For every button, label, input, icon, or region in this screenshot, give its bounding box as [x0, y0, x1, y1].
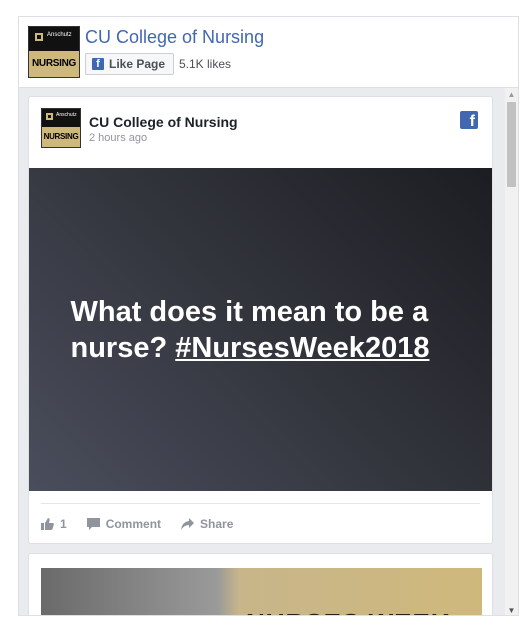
share-arrow-icon	[181, 518, 195, 530]
page-name-link[interactable]: CU College of Nursing	[85, 27, 264, 48]
second-post-card: NURSES WEEK	[28, 553, 493, 615]
like-count: 1	[60, 517, 67, 531]
avatar-top: Anschutz	[42, 109, 80, 129]
post-text-image[interactable]: What does it mean to be a nurse? #Nurses…	[29, 168, 492, 491]
logo-word: NURSING	[29, 51, 79, 77]
thumbs-up-icon	[41, 518, 54, 530]
second-post-image[interactable]: NURSES WEEK	[41, 568, 482, 615]
share-action[interactable]: Share	[181, 517, 233, 531]
comment-label: Comment	[105, 517, 162, 531]
facebook-f-icon: f	[92, 58, 104, 70]
comment-icon	[86, 518, 100, 530]
logo-top: Anschutz	[29, 27, 79, 51]
logo-small-text: Anschutz	[47, 32, 72, 38]
feed-scrollbar[interactable]: ▲ ▼	[505, 88, 518, 615]
like-action[interactable]: 1	[41, 517, 67, 531]
scroll-thumb[interactable]	[507, 102, 516, 187]
post-timestamp[interactable]: 2 hours ago	[89, 132, 147, 144]
facebook-page-widget: Anschutz NURSING CU College of Nursing f…	[18, 16, 519, 616]
page-header: Anschutz NURSING CU College of Nursing f…	[19, 17, 518, 88]
page-logo[interactable]: Anschutz NURSING	[28, 26, 80, 78]
post-author-avatar[interactable]: Anschutz NURSING	[41, 108, 81, 148]
timeline-feed[interactable]: Anschutz NURSING CU College of Nursing 2…	[19, 88, 505, 615]
facebook-logo-icon[interactable]: f	[460, 111, 478, 130]
post-card: Anschutz NURSING CU College of Nursing 2…	[28, 96, 493, 544]
scroll-down-arrow-icon[interactable]: ▼	[505, 604, 518, 615]
like-page-label: Like Page	[109, 57, 166, 71]
like-page-button[interactable]: f Like Page	[85, 53, 175, 75]
share-label: Share	[200, 517, 234, 531]
avatar-word: NURSING	[42, 127, 80, 147]
post-author-name[interactable]: CU College of Nursing	[89, 114, 238, 130]
scroll-up-arrow-icon[interactable]: ▲	[505, 88, 518, 101]
cu-mark-icon	[35, 33, 43, 41]
avatar-small-text: Anschutz	[56, 112, 77, 118]
post-text: What does it mean to be a nurse? #Nurses…	[71, 294, 451, 366]
cu-mark-icon	[46, 113, 53, 120]
comment-action[interactable]: Comment	[86, 517, 162, 531]
likes-count: 5.1K likes	[179, 57, 232, 71]
second-post-image-text: NURSES WEEK	[246, 608, 451, 615]
hashtag-link[interactable]: #NursesWeek2018	[175, 332, 429, 364]
post-actions-bar: 1 Comment Share	[41, 503, 480, 544]
